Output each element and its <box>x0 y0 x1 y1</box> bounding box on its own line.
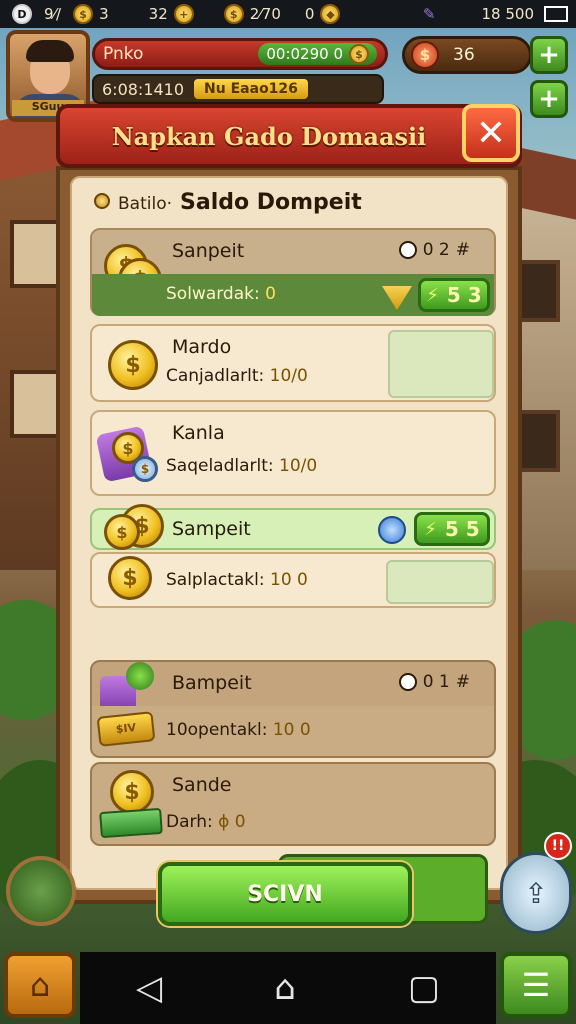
timer-bar: 6:08:1410 Nu Eaao126 <box>92 74 384 104</box>
subheader: Batilo· Saldo Dompeit <box>94 190 362 215</box>
close-icon: ✕ <box>475 112 507 154</box>
row-pill[interactable]: ⚡ 5 5 <box>414 512 490 546</box>
gem-icon <box>382 286 412 310</box>
cash-icon: $ <box>99 770 166 839</box>
wallet-row-sampeit[interactable]: $ $ Sampeit ⚡ 5 5 <box>90 504 496 550</box>
system-nav-bar: ◁ ⌂ ▢ <box>80 952 496 1024</box>
coin-icon: ◆ <box>320 4 341 24</box>
row-title: Bampeit <box>172 672 252 694</box>
wallet-row-salplactakl[interactable]: $ Salplactakl: 10 0 <box>90 552 496 608</box>
share-icon: ⇪ <box>524 876 548 910</box>
dollar-icon: $ <box>411 41 439 69</box>
bolt-icon: ⚡ <box>424 518 437 540</box>
recent-apps-icon[interactable]: ▢ <box>408 968 440 1008</box>
money-counter: $ 36 <box>402 36 532 74</box>
card-icon: $ $ <box>95 422 166 483</box>
map-button[interactable] <box>6 856 76 926</box>
bolt-icon: ⚡ <box>426 284 439 306</box>
row-title: Mardo <box>172 336 232 358</box>
coin-icon: $ <box>349 44 369 64</box>
row-title: Sanpeit <box>172 240 245 262</box>
clock-icon <box>398 673 417 691</box>
add-gems-button[interactable]: + <box>530 80 568 118</box>
status-time: 18 500 <box>481 5 535 23</box>
wallet-row-mardo[interactable]: $ Mardo Canjadlarlt: 10/0 <box>90 324 496 402</box>
status-bar: D 9⁄/ $3 32 + $2⁄70 0 ◆ ✎ 18 500 <box>0 0 576 28</box>
coin-icon: $ <box>100 554 166 614</box>
house-icon: ⌂ <box>29 966 51 1004</box>
row-title: Kanla <box>172 422 225 444</box>
close-button[interactable]: ✕ <box>462 104 520 162</box>
row-title: Sampeit <box>172 518 251 540</box>
app-icon: D <box>12 4 32 24</box>
wand-icon: ✎ <box>422 5 436 23</box>
row-sub: 10opentakl: 10 0 <box>166 720 311 740</box>
dialog-body: Batilo· Saldo Dompeit $ $ Sanpeit 0 2# S… <box>56 166 522 926</box>
subheader-title: Saldo Dompeit <box>180 190 362 215</box>
row-sub: Salplactakl: 10 0 <box>166 570 308 590</box>
row-sub: Canjadlarlt: 10/0 <box>166 366 308 386</box>
score-pill: 00:0290 0 $ <box>258 43 377 65</box>
wallet-row-bampeit[interactable]: Bampeit 0 1 # <box>90 660 496 712</box>
row-pill[interactable]: ⚡ 5 3 <box>418 278 490 312</box>
row-sub: Darh: ɸ 0 <box>166 812 246 832</box>
wallet-dialog: Batilo· Saldo Dompeit $ $ Sanpeit 0 2# S… <box>56 104 522 926</box>
ticket-icon: $IV <box>96 711 156 747</box>
dialog-title: Napkan Gado Domaasii <box>111 121 427 151</box>
row-sub: Saqeladlarlt: 10/0 <box>166 456 318 476</box>
coin-icon: $ <box>100 336 166 396</box>
action-button-group: SCIVN <box>158 854 488 926</box>
row-title: Sande <box>172 774 232 796</box>
status-label: 9⁄/ <box>44 5 62 23</box>
row-placeholder <box>388 330 494 398</box>
dialog-header: Napkan Gado Domaasii <box>56 104 522 168</box>
clock-icon <box>398 241 417 259</box>
home-button[interactable]: ⌂ <box>4 952 76 1018</box>
back-icon[interactable]: ◁ <box>136 968 162 1008</box>
wallet-row-sanpeit[interactable]: $ $ Sanpeit 0 2# Solwardak: 0 ⚡5 3 <box>90 228 496 316</box>
yellow-label: Nu Eaao126 <box>194 79 308 99</box>
list-icon: ☰ <box>521 966 551 1004</box>
globe-icon <box>378 516 406 544</box>
wallet-row-kanla[interactable]: $ $ Kanla Saqeladlarlt: 10/0 <box>90 410 496 496</box>
row-right-value: 0 2 # <box>398 240 470 260</box>
menu-button[interactable]: ☰ <box>500 952 572 1018</box>
scivn-button[interactable]: SCIVN <box>158 862 412 926</box>
row-green-strip: Solwardak: 0 ⚡ 5 3 <box>92 274 494 316</box>
add-money-button[interactable]: + <box>530 36 568 74</box>
home-nav-icon[interactable]: ⌂ <box>274 968 296 1008</box>
battery-icon <box>544 6 568 22</box>
subheader-label: Batilo· <box>118 194 172 214</box>
timer-value: 6:08:1410 <box>102 79 185 99</box>
coin-icon: $ <box>73 4 94 24</box>
coin-icon: + <box>173 4 194 24</box>
score-value: 00:0290 0 <box>266 45 343 63</box>
money-value: 36 <box>453 45 475 65</box>
wallet-row-sande[interactable]: $ Sande Darh: ɸ 0 <box>90 762 496 846</box>
row-placeholder <box>386 560 494 604</box>
row-right-value: 0 1 # <box>398 672 470 692</box>
wallet-row-opentakl[interactable]: $IV 10opentakl: 10 0 <box>90 706 496 758</box>
row-sub: Solwardak: 0 <box>166 284 276 304</box>
dialog-panel: Batilo· Saldo Dompeit $ $ Sanpeit 0 2# S… <box>70 176 508 890</box>
coin-icon <box>94 193 110 209</box>
player-name: Pnko <box>103 44 144 64</box>
player-name-bar: Pnko 00:0290 0 $ <box>92 38 388 70</box>
share-button[interactable]: ⇪ <box>500 852 572 934</box>
notification-badge[interactable]: !! <box>544 832 572 860</box>
coin-icon: $ <box>223 4 244 24</box>
